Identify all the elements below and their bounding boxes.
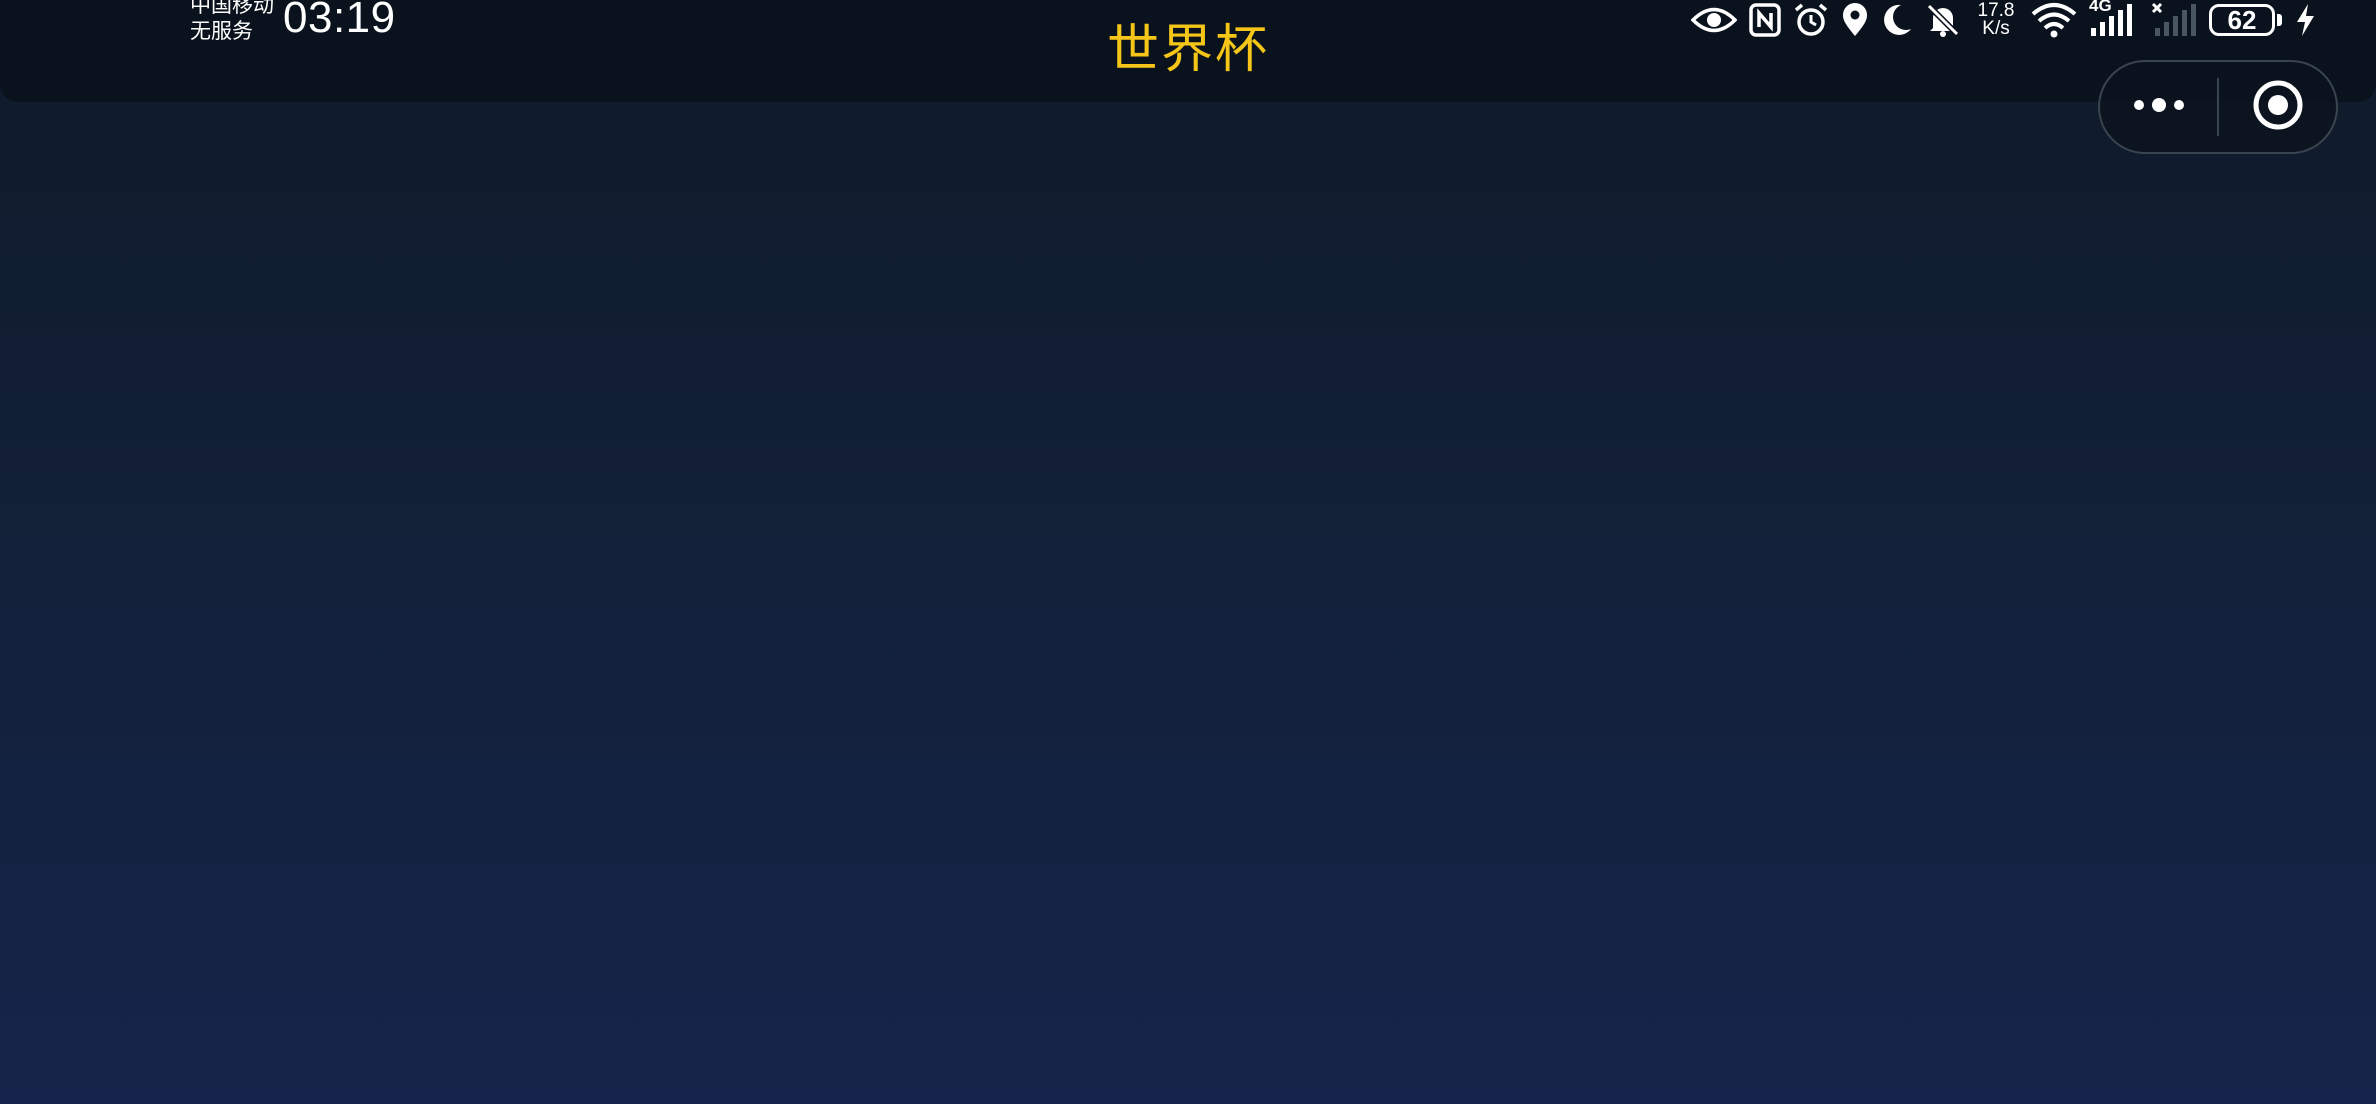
carrier-name: 中国移动 [190, 0, 274, 17]
page-title: 世界杯 [1106, 20, 1269, 80]
main-content-area [0, 102, 2376, 1104]
app-screen: 中国移动 无服务 03:19 17.8 K/s 4G 62 世界杯 [0, 0, 2376, 1104]
status-bar: 中国移动 无服务 03:19 17.8 K/s 4G 62 世界杯 [0, 0, 2376, 102]
network-type-label: 4G [2089, 0, 2112, 15]
